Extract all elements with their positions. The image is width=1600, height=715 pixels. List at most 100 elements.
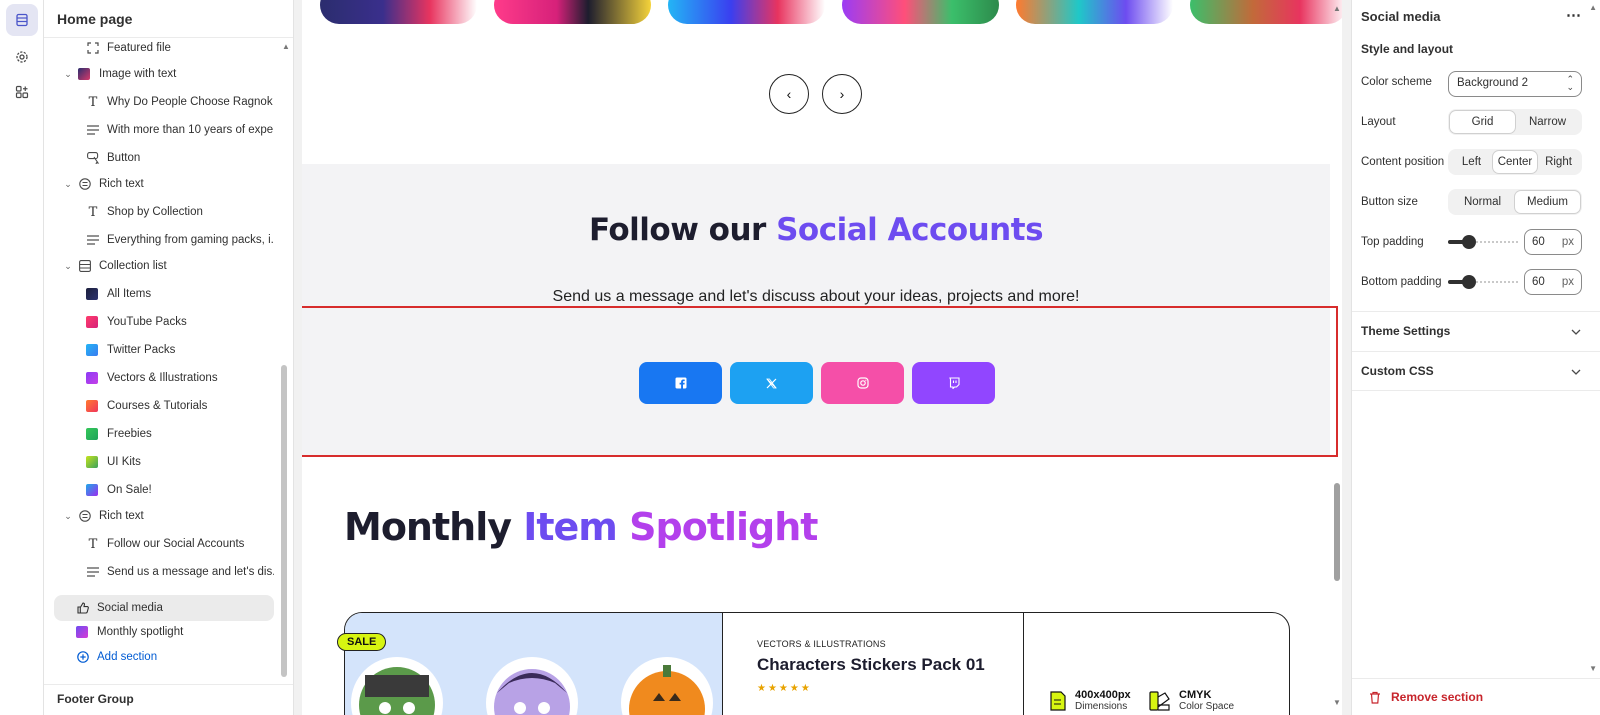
scroll-up-arrow[interactable]: ▲	[282, 42, 290, 51]
banner-image[interactable]	[1190, 0, 1342, 24]
carousel-prev-button[interactable]: ‹	[769, 74, 809, 114]
tree-item-rich-text-1[interactable]: ⌄ Rich text	[54, 171, 274, 197]
tree-item-featured-file[interactable]: Featured file	[54, 35, 274, 61]
tree-item-collection[interactable]: Vectors & Illustrations	[54, 365, 274, 391]
tree-item-collection[interactable]: All Items	[54, 281, 274, 307]
position-option-right[interactable]: Right	[1537, 151, 1580, 173]
thumbs-up-icon	[76, 601, 90, 615]
tree-item-collection-list[interactable]: ⌄ Collection list	[54, 253, 274, 279]
tree-item-paragraph[interactable]: Everything from gaming packs, i...	[54, 227, 274, 253]
rating-stars: ★★★★★	[757, 683, 812, 694]
tree-item-social-media[interactable]: Social media	[54, 595, 274, 621]
position-option-center[interactable]: Center	[1493, 151, 1537, 173]
size-option-normal[interactable]: Normal	[1450, 191, 1515, 213]
top-padding-slider[interactable]	[1448, 235, 1518, 249]
tree-item-collection[interactable]: Courses & Tutorials	[54, 393, 274, 419]
more-options-icon[interactable]: ⋯	[1566, 6, 1582, 24]
product-category: VECTORS & ILLUSTRATIONS	[757, 639, 886, 649]
chevron-down-icon[interactable]: ⌄	[62, 261, 74, 272]
content-position-segmented: Left Center Right	[1448, 149, 1582, 175]
tree-item-rich-text-2[interactable]: ⌄ Rich text	[54, 503, 274, 529]
collection-thumb	[86, 344, 98, 356]
twitch-button[interactable]	[912, 362, 995, 404]
color-palette-icon	[1149, 691, 1170, 711]
banner-carousel	[320, 0, 1342, 24]
collection-thumb	[86, 484, 98, 496]
banner-image[interactable]	[320, 0, 477, 24]
apps-icon[interactable]	[6, 76, 38, 108]
scroll-up-arrow[interactable]: ▲	[1333, 4, 1341, 13]
slider-handle[interactable]	[1462, 235, 1476, 249]
x-icon	[766, 378, 777, 388]
banner-image[interactable]	[842, 0, 999, 24]
collection-thumb	[86, 456, 98, 468]
plus-circle-icon	[76, 650, 90, 664]
add-section-button[interactable]: Add section	[54, 644, 274, 670]
chevron-down-icon[interactable]: ⌄	[62, 69, 74, 80]
x-twitter-button[interactable]	[730, 362, 813, 404]
banner-image[interactable]	[1016, 0, 1173, 24]
tree-item-paragraph[interactable]: Send us a message and let's dis...	[54, 559, 274, 585]
preview-scrollbar-track: ▲ ▼	[1332, 0, 1342, 715]
spotlight-thumb	[76, 626, 88, 638]
social-heading: Follow our Social Accounts	[588, 212, 1044, 248]
instagram-button[interactable]	[821, 362, 904, 404]
tree-item-image-with-text[interactable]: ⌄ Image with text	[54, 61, 274, 87]
collection-thumb	[86, 288, 98, 300]
product-title[interactable]: Characters Stickers Pack 01	[757, 655, 1023, 675]
scroll-down-arrow[interactable]: ▼	[1589, 664, 1597, 673]
text-icon: T	[88, 536, 98, 552]
carousel-next-button[interactable]: ›	[822, 74, 862, 114]
tree-item-paragraph[interactable]: With more than 10 years of expe...	[54, 117, 274, 143]
bottom-padding-input[interactable]: 60 px	[1524, 269, 1582, 295]
custom-css-accordion[interactable]: Custom CSS	[1352, 351, 1600, 391]
remove-section-button[interactable]: Remove section	[1352, 678, 1600, 715]
sidebar-scrollbar[interactable]	[281, 365, 287, 677]
tree-item-heading[interactable]: T Follow our Social Accounts	[54, 531, 274, 557]
bottom-padding-slider[interactable]	[1448, 275, 1518, 289]
facebook-button[interactable]	[639, 362, 722, 404]
sections-icon[interactable]	[6, 4, 38, 36]
collection-thumb	[86, 372, 98, 384]
tree-item-heading[interactable]: T Why Do People Choose Ragnok ...	[54, 89, 274, 115]
tree-item-collection[interactable]: UI Kits	[54, 449, 274, 475]
content-position-label: Content position	[1361, 156, 1445, 168]
banner-image[interactable]	[668, 0, 825, 24]
product-image[interactable]	[345, 613, 723, 715]
tree-item-collection[interactable]: Freebies	[54, 421, 274, 447]
tree-item-collection[interactable]: YouTube Packs	[54, 309, 274, 335]
position-option-left[interactable]: Left	[1450, 151, 1493, 173]
tree-item-heading[interactable]: T Shop by Collection	[54, 199, 274, 225]
tree-item-collection[interactable]: Twitter Packs	[54, 337, 274, 363]
panel-title: Social media	[1361, 9, 1441, 24]
chevron-down-icon[interactable]: ⌄	[62, 179, 74, 190]
spec-dimensions: 400x400px Dimensions	[1049, 689, 1131, 713]
size-option-medium[interactable]: Medium	[1515, 191, 1580, 213]
scroll-up-arrow[interactable]: ▲	[1589, 3, 1597, 12]
scroll-down-arrow[interactable]: ▼	[1333, 698, 1341, 707]
select-arrows-icon: ⌃ ⌄	[1566, 74, 1574, 92]
text-icon: T	[88, 204, 98, 220]
layout-option-narrow[interactable]: Narrow	[1515, 111, 1580, 133]
gear-icon[interactable]	[6, 41, 38, 73]
tree-item-collection[interactable]: On Sale!	[54, 477, 274, 503]
paragraph-icon	[86, 233, 100, 247]
tree-item-button[interactable]: Button	[54, 145, 274, 171]
top-padding-input[interactable]: 60 px	[1524, 229, 1582, 255]
theme-settings-accordion[interactable]: Theme Settings	[1352, 311, 1600, 351]
spec-color-space: CMYK Color Space	[1149, 689, 1234, 713]
top-padding-label: Top padding	[1361, 236, 1424, 248]
preview-scrollbar[interactable]	[1334, 483, 1340, 581]
banner-image[interactable]	[494, 0, 651, 24]
tree-item-monthly-spotlight[interactable]: Monthly spotlight	[54, 619, 274, 645]
chevron-down-icon[interactable]: ⌄	[62, 511, 74, 522]
text-icon: T	[88, 94, 98, 110]
trash-icon	[1370, 691, 1380, 704]
color-scheme-select[interactable]: Background 2 ⌃ ⌄	[1448, 71, 1582, 97]
theme-preview: ‹ › Follow our Social Accounts Send us a…	[302, 0, 1342, 715]
spotlight-heading: Monthly Item Spotlight	[344, 505, 818, 549]
slider-handle[interactable]	[1462, 275, 1476, 289]
product-card[interactable]: VECTORS & ILLUSTRATIONS Characters Stick…	[344, 612, 1290, 715]
rich-text-icon	[78, 177, 92, 191]
layout-option-grid[interactable]: Grid	[1450, 111, 1515, 133]
